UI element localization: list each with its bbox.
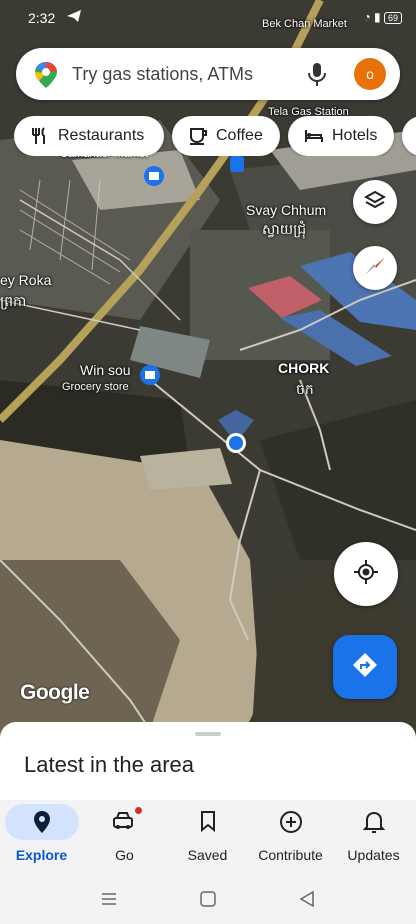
- poi-gas-station-pin: [230, 156, 244, 172]
- search-bar[interactable]: Try gas stations, ATMs o: [16, 48, 400, 100]
- nav-label: Contribute: [258, 847, 323, 863]
- nav-label: Saved: [187, 847, 228, 863]
- explore-pin-icon: [32, 810, 52, 837]
- google-logo: Google: [20, 681, 90, 704]
- bottom-sheet[interactable]: Latest in the area: [0, 722, 416, 802]
- car-icon: [112, 810, 138, 835]
- poi-grocery-pin: [140, 365, 160, 385]
- nav-label: Updates: [347, 847, 400, 863]
- my-location-icon: [353, 559, 379, 590]
- add-circle-icon: [279, 810, 303, 837]
- nav-go[interactable]: Go: [83, 800, 166, 878]
- coffee-icon: [188, 126, 208, 146]
- nav-saved[interactable]: Saved: [166, 800, 249, 878]
- map-label-win-sou[interactable]: Win sou: [80, 362, 131, 378]
- directions-icon: [351, 651, 379, 684]
- nav-updates[interactable]: Updates: [332, 800, 415, 878]
- menu-icon[interactable]: [100, 890, 118, 913]
- map-label-grocery-store: Grocery store: [62, 381, 129, 393]
- layers-button[interactable]: [353, 180, 397, 224]
- nav-explore[interactable]: Explore: [0, 800, 83, 878]
- compass-button[interactable]: [353, 246, 397, 290]
- search-input[interactable]: Try gas stations, ATMs: [72, 64, 253, 85]
- map-label-ey-roka-khmer: ព្រកា: [0, 293, 27, 309]
- system-navigation-bar: [0, 878, 416, 924]
- chip-more[interactable]: [402, 116, 416, 156]
- notification-dot: [135, 807, 142, 814]
- status-time: 2:32: [28, 10, 56, 26]
- battery-icon: 69: [383, 12, 402, 24]
- telegram-icon: [66, 8, 82, 27]
- bell-icon: [362, 810, 385, 837]
- map-label-chork[interactable]: CHORK: [278, 360, 329, 376]
- map-label-svay-chhum-khmer: ស្វាយជ្រុំ: [262, 221, 307, 237]
- bed-icon: [304, 126, 324, 146]
- chip-label: Restaurants: [58, 127, 145, 144]
- chip-coffee[interactable]: Coffee: [172, 116, 280, 156]
- chip-restaurants[interactable]: Restaurants: [14, 116, 164, 156]
- map-label-chork-khmer: ចក: [296, 381, 314, 397]
- nav-label: Explore: [15, 847, 68, 863]
- back-icon[interactable]: [298, 890, 316, 913]
- sheet-title: Latest in the area: [24, 752, 195, 777]
- status-bar: 2:32 ◔ ▮ 69: [0, 0, 416, 36]
- signal-icon: ▮: [374, 10, 381, 24]
- directions-button[interactable]: [333, 635, 397, 699]
- my-location-button[interactable]: [334, 542, 398, 606]
- nav-label: Go: [115, 847, 134, 863]
- category-chips: Restaurants Coffee Hotels: [14, 116, 416, 156]
- home-icon[interactable]: [199, 890, 217, 913]
- chip-label: Coffee: [216, 127, 263, 144]
- nav-contribute[interactable]: Contribute: [249, 800, 332, 878]
- status-icons: ◔ ▮ 69: [363, 10, 402, 24]
- chip-hotels[interactable]: Hotels: [288, 116, 394, 156]
- compass-icon: [363, 254, 387, 283]
- sheet-drag-handle[interactable]: [195, 732, 221, 736]
- wifi-icon: ◔: [363, 10, 371, 24]
- bottom-navigation: Explore Go Saved Contribute Updates: [0, 800, 416, 878]
- fork-knife-icon: [30, 126, 50, 146]
- poi-market-pin: [144, 166, 164, 186]
- bookmark-icon: [199, 810, 217, 835]
- map-label-ey-roka[interactable]: ey Roka: [0, 272, 51, 288]
- layers-icon: [363, 189, 387, 216]
- avatar[interactable]: o: [354, 58, 386, 90]
- google-maps-pin-icon: [34, 61, 58, 94]
- microphone-icon[interactable]: [306, 61, 328, 92]
- map-label-svay-chhum[interactable]: Svay Chhum: [246, 202, 326, 218]
- chip-label: Hotels: [332, 127, 378, 144]
